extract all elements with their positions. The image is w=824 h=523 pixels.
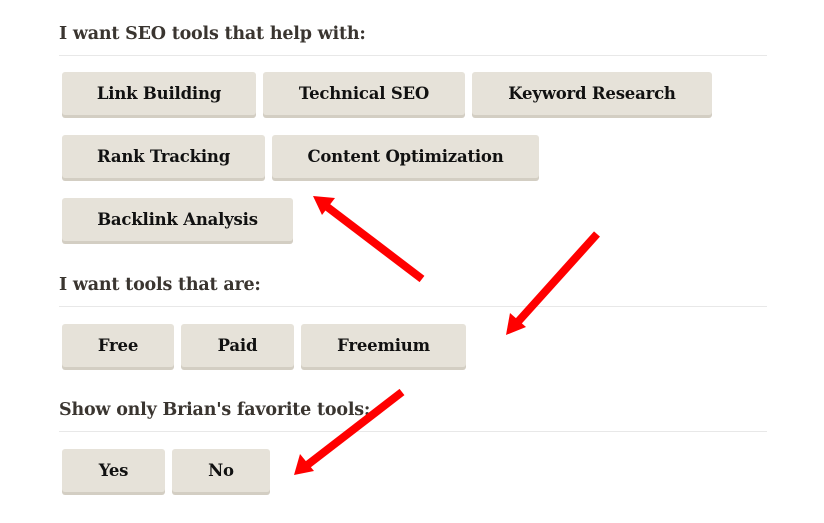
button-row: Link Building Technical SEO Keyword Rese… xyxy=(62,72,712,115)
divider xyxy=(59,306,767,307)
button-row: Rank Tracking Content Optimization xyxy=(62,135,539,178)
filter-button-content-optimization[interactable]: Content Optimization xyxy=(272,135,539,178)
filter-button-free[interactable]: Free xyxy=(62,324,174,367)
group-heading: Show only Brian's favorite tools: xyxy=(59,400,371,420)
filter-button-paid[interactable]: Paid xyxy=(181,324,294,367)
filter-button-link-building[interactable]: Link Building xyxy=(62,72,256,115)
button-row: Backlink Analysis xyxy=(62,198,293,241)
filter-button-freemium[interactable]: Freemium xyxy=(301,324,466,367)
filter-button-keyword-research[interactable]: Keyword Research xyxy=(472,72,712,115)
filter-group-favorites: Show only Brian's favorite tools: xyxy=(59,399,767,432)
filter-button-yes[interactable]: Yes xyxy=(62,449,165,492)
filter-button-no[interactable]: No xyxy=(172,449,270,492)
group-heading: I want tools that are: xyxy=(59,275,261,295)
filter-group-pricing: I want tools that are: xyxy=(59,274,767,307)
arrow-icon xyxy=(313,196,425,283)
group-heading: I want SEO tools that help with: xyxy=(59,24,366,44)
filter-button-technical-seo[interactable]: Technical SEO xyxy=(263,72,465,115)
divider xyxy=(59,431,767,432)
button-row: Free Paid Freemium xyxy=(62,324,466,367)
divider xyxy=(59,55,767,56)
button-row: Yes No xyxy=(62,449,270,492)
filter-button-rank-tracking[interactable]: Rank Tracking xyxy=(62,135,265,178)
filter-group-help-with: I want SEO tools that help with: xyxy=(59,23,767,56)
filter-button-backlink-analysis[interactable]: Backlink Analysis xyxy=(62,198,293,241)
